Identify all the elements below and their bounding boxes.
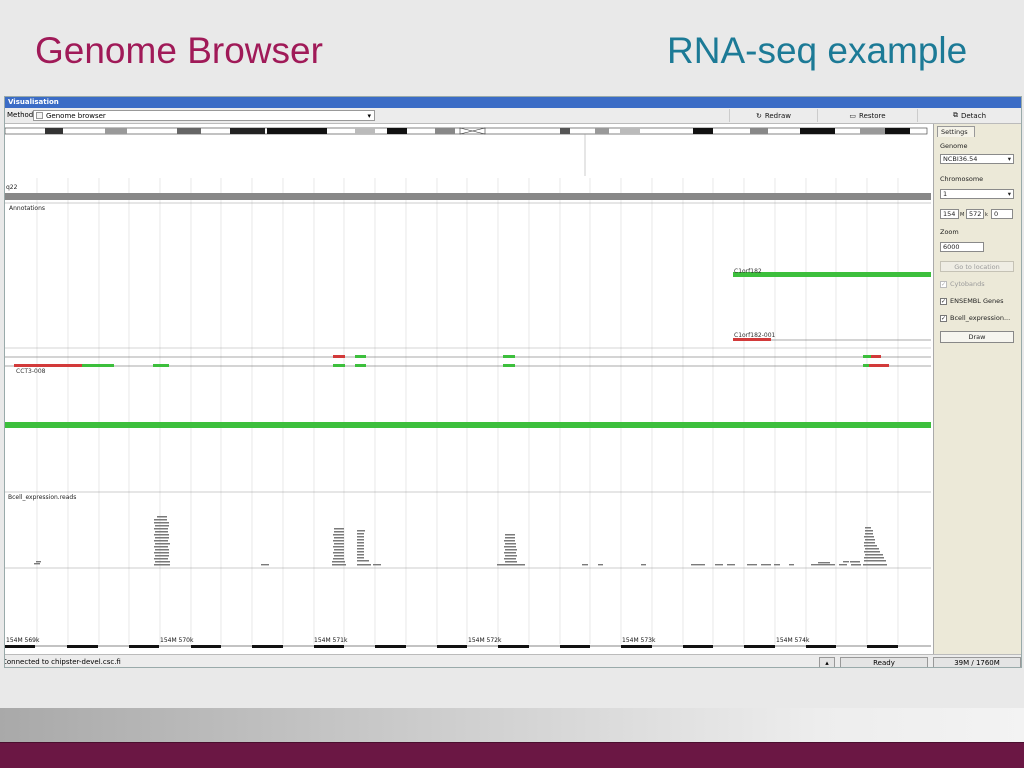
ruler-label: 154M 572k <box>468 637 502 644</box>
position-k-unit: k <box>985 212 988 218</box>
cytoband-strip <box>5 193 931 200</box>
position-m-unit: M <box>960 212 965 218</box>
chevron-down-icon: ▾ <box>1007 155 1011 163</box>
redraw-label: Redraw <box>764 111 792 120</box>
reads-track-label: Bcell_expression.reads <box>8 494 77 501</box>
footer-gradient-band <box>0 708 1024 742</box>
transcript-upper[interactable] <box>5 355 931 358</box>
redraw-icon: ↻ <box>755 111 762 120</box>
bcell-expression-label: Bcell_expression... <box>950 314 1011 322</box>
toolbar: Method: Genome browser ▾ ↻ Redraw ▭ Rest… <box>5 108 1021 124</box>
genome-track-svg <box>5 127 931 648</box>
ruler-label: 154M 573k <box>622 637 656 644</box>
settings-panel: Settings Genome NCBI36.54 ▾ Chromosome 1… <box>933 124 1021 654</box>
checkbox-check-icon: ✓ <box>940 280 947 288</box>
grid-lines <box>36 178 899 644</box>
method-select-value: Genome browser <box>46 112 106 120</box>
detach-icon: ⧉ <box>952 111 958 119</box>
ruler-label: 154M 569k <box>6 637 40 644</box>
cytobands-label: Cytobands <box>950 280 985 288</box>
method-label: Method: <box>7 111 36 119</box>
transcript-cct3-008[interactable] <box>5 364 931 367</box>
window-titlebar: Visualisation <box>5 97 1021 108</box>
gene-label-c1orf182-001: C1orf182-001 <box>734 332 776 339</box>
redraw-button[interactable]: ↻ Redraw <box>729 109 817 122</box>
zoom-input[interactable]: 6000 <box>940 242 984 252</box>
method-select[interactable]: Genome browser ▾ <box>33 110 375 121</box>
ready-status: Ready <box>840 657 928 667</box>
gene-c1orf182[interactable] <box>733 272 931 277</box>
ruler-label: 154M 570k <box>160 637 194 644</box>
gene-label-cct3-008: CCT3-008 <box>16 368 46 375</box>
slide-title-left: Genome Browser <box>35 30 323 71</box>
gene-label-c1orf182: C1orf182 <box>734 268 762 275</box>
checkbox-check-icon: ✓ <box>940 314 947 322</box>
ruler-label: 154M 571k <box>314 637 348 644</box>
restore-label: Restore <box>859 111 886 120</box>
draw-button[interactable]: Draw <box>940 331 1014 343</box>
ensembl-genes-label: ENSEMBL Genes <box>950 297 1004 305</box>
chromosome-select-value: 1 <box>943 190 948 198</box>
ensembl-genes-checkbox[interactable]: ✓ ENSEMBL Genes <box>940 297 1004 305</box>
chevron-up-icon[interactable]: ▴ <box>819 657 835 667</box>
read-pileups[interactable] <box>34 516 887 566</box>
visualisation-window: Visualisation Method: Genome browser ▾ ↻… <box>4 96 1022 668</box>
footer-band <box>0 742 1024 768</box>
genome-label: Genome <box>940 142 968 150</box>
genome-browser-canvas[interactable]: q22 Annotations C1orf182 C1orf182-001 CC… <box>5 124 931 654</box>
genome-select-value: NCBI36.54 <box>943 155 978 163</box>
status-bar: Connected to chipster-devel.csc.fi ▴ Rea… <box>4 654 1021 667</box>
detach-button[interactable]: ⧉ Detach <box>917 109 1021 122</box>
position-ruler <box>5 645 931 648</box>
position-rest-input[interactable]: 0 <box>991 209 1013 219</box>
genome-select[interactable]: NCBI36.54 ▾ <box>940 154 1014 164</box>
ruler-label: 154M 574k <box>776 637 810 644</box>
band-label: q22 <box>6 184 18 191</box>
tab-settings[interactable]: Settings <box>937 126 975 137</box>
zoom-label: Zoom <box>940 228 959 236</box>
detach-label: Detach <box>960 111 987 120</box>
annotations-label: Annotations <box>9 205 46 212</box>
chromosome-label: Chromosome <box>940 175 984 183</box>
slide-title-right: RNA-seq example <box>667 30 968 71</box>
connection-status: Connected to chipster-devel.csc.fi <box>4 658 121 666</box>
chromosome-select[interactable]: 1 ▾ <box>940 189 1014 199</box>
position-m-input[interactable]: 154 <box>940 209 959 219</box>
restore-icon: ▭ <box>849 111 857 120</box>
memory-status: 39M / 1760M <box>933 657 1021 667</box>
chromosome-ideogram[interactable] <box>5 127 928 176</box>
position-k-input[interactable]: 572 <box>966 209 984 219</box>
cytobands-checkbox[interactable]: ✓ Cytobands <box>940 280 985 288</box>
bcell-expression-checkbox[interactable]: ✓ Bcell_expression... <box>940 314 1010 322</box>
restore-button[interactable]: ▭ Restore <box>817 109 917 122</box>
chevron-down-icon: ▾ <box>367 112 371 120</box>
go-to-location-button[interactable]: Go to location <box>940 261 1014 272</box>
gene-cct3[interactable] <box>5 422 931 428</box>
chevron-down-icon: ▾ <box>1007 190 1011 198</box>
document-icon <box>36 112 43 119</box>
checkbox-check-icon: ✓ <box>940 297 947 305</box>
